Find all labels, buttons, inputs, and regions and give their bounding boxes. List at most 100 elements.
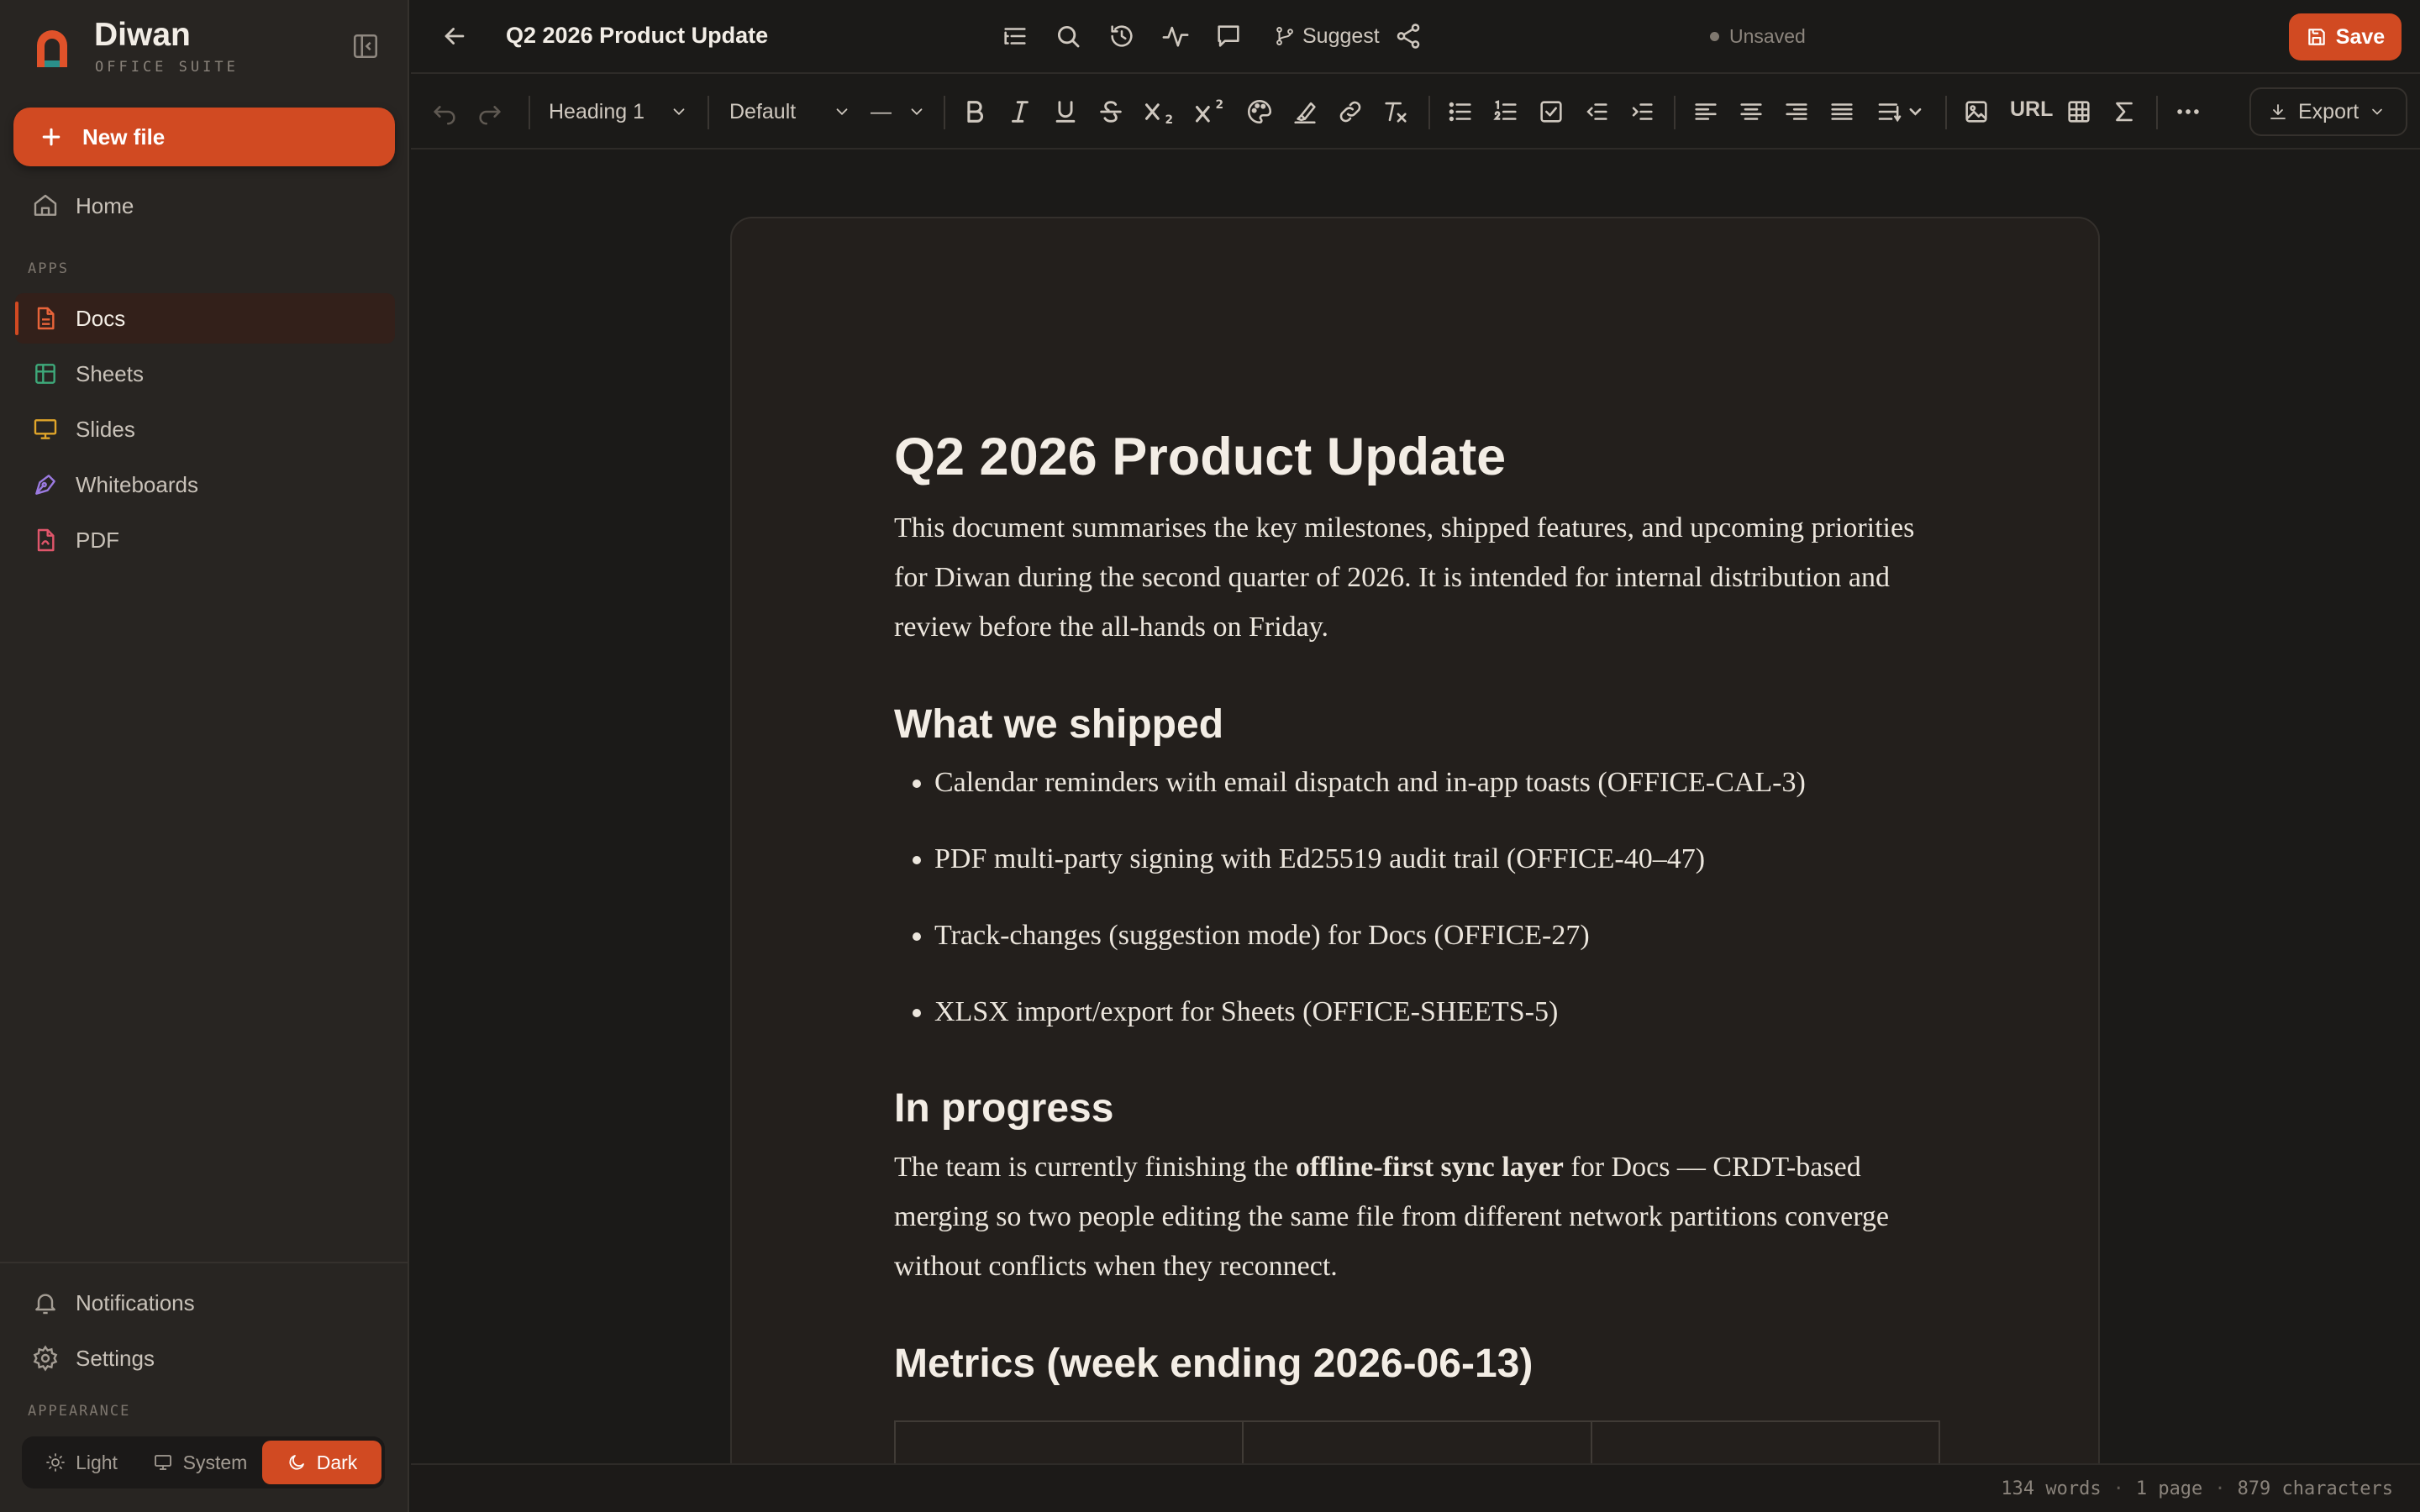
comment-icon[interactable] [1214, 22, 1243, 50]
shipped-list: Calendar reminders with email dispatch a… [894, 759, 1940, 1036]
theme-system-label: System [182, 1451, 248, 1473]
link-icon[interactable] [1336, 97, 1365, 126]
sidebar-item-home[interactable]: Home [15, 181, 395, 231]
export-button[interactable]: Export [2249, 87, 2407, 136]
word-count: 134 words [2001, 1478, 2102, 1499]
theme-system-option[interactable]: System [138, 1441, 262, 1484]
collapse-sidebar-icon[interactable] [351, 32, 380, 60]
image-icon[interactable] [1962, 97, 1991, 126]
strikethrough-icon[interactable] [1097, 97, 1125, 126]
bold-icon[interactable] [960, 97, 989, 126]
table-icon[interactable] [2065, 97, 2093, 126]
font-size-value: — [871, 99, 892, 123]
theme-toggle: Light System Dark [22, 1436, 385, 1488]
table-cell[interactable] [1244, 1422, 1592, 1463]
search-icon[interactable] [1054, 22, 1082, 50]
toolbar-divider [1674, 96, 1676, 129]
toolbar-divider [529, 96, 530, 129]
sidebar-item-settings[interactable]: Settings [15, 1333, 395, 1383]
list-item[interactable]: XLSX import/export for Sheets (OFFICE-SH… [934, 989, 1940, 1036]
toolbar-divider [944, 96, 945, 129]
line-spacing-dropdown[interactable] [1873, 97, 1927, 126]
table-cell[interactable] [1592, 1422, 1939, 1463]
checklist-icon[interactable] [1537, 97, 1565, 126]
text-color-palette-icon[interactable] [1245, 97, 1274, 126]
list-item[interactable]: PDF multi-party signing with Ed25519 aud… [934, 836, 1940, 883]
app-subtitle: OFFICE SUITE [95, 59, 239, 76]
status-dot [1710, 32, 1719, 41]
suggest-button[interactable]: Suggest [1274, 18, 1380, 54]
sidebar-item-notifications[interactable]: Notifications [15, 1278, 395, 1328]
back-arrow-icon[interactable] [440, 22, 469, 50]
new-file-button[interactable]: New file [13, 108, 395, 166]
bullet-list-icon[interactable] [1446, 97, 1475, 126]
document-title[interactable]: Q2 2026 Product Update [506, 23, 768, 49]
list-item[interactable]: Calendar reminders with email dispatch a… [934, 759, 1940, 806]
app-name: Diwan [94, 17, 191, 53]
font-family-dropdown[interactable]: Default [729, 94, 855, 129]
theme-dark-label: Dark [316, 1451, 358, 1473]
outline-icon[interactable] [1001, 22, 1029, 50]
underline-icon[interactable] [1051, 97, 1080, 126]
metrics-heading[interactable]: Metrics (week ending 2026-06-13) [894, 1340, 1940, 1389]
plus-icon [42, 128, 60, 146]
progress-paragraph[interactable]: The team is currently finishing the offl… [894, 1142, 1940, 1291]
sidebar-item-sheets[interactable]: Sheets [15, 349, 395, 399]
sigma-formula-icon[interactable] [2110, 97, 2139, 126]
toolbar-divider [708, 96, 709, 129]
sidebar-item-slides[interactable]: Slides [15, 404, 395, 454]
sidebar-item-pdf[interactable]: PDF [15, 515, 395, 565]
progress-text: The team is currently finishing the [894, 1152, 1296, 1184]
document-page: Q2 2026 Product Update This document sum… [730, 217, 2100, 1463]
separator-dot: · [2112, 1478, 2124, 1499]
history-icon[interactable] [1107, 22, 1136, 50]
appearance-section-label: APPEARANCE [28, 1403, 131, 1420]
superscript-icon[interactable]: 2 [1192, 97, 1229, 126]
highlighter-icon[interactable] [1291, 97, 1319, 126]
align-center-icon[interactable] [1737, 97, 1765, 126]
more-options-icon[interactable] [2174, 97, 2202, 126]
italic-icon[interactable] [1006, 97, 1034, 126]
top-bar: Q2 2026 Product Update Unsaved Suggest S… [411, 0, 2420, 74]
theme-light-option[interactable]: Light [25, 1441, 138, 1484]
subscript-icon[interactable]: 2 [1142, 97, 1179, 126]
document-content[interactable]: Q2 2026 Product Update This document sum… [894, 428, 1940, 1463]
sidebar-item-whiteboards[interactable]: Whiteboards [15, 459, 395, 510]
metrics-table[interactable] [894, 1420, 1940, 1463]
indent-icon[interactable] [1628, 97, 1656, 126]
font-size-dropdown[interactable]: — [871, 94, 929, 129]
list-item[interactable]: Track-changes (suggestion mode) for Docs… [934, 912, 1940, 959]
redo-icon[interactable] [476, 97, 504, 126]
theme-dark-option[interactable]: Dark [262, 1441, 381, 1484]
chevron-down-icon [836, 108, 848, 116]
save-button[interactable]: Save [2289, 13, 2402, 60]
numbered-list-icon[interactable] [1491, 97, 1520, 126]
document-heading[interactable]: Q2 2026 Product Update [894, 428, 1940, 486]
align-left-icon[interactable] [1691, 97, 1720, 126]
sidebar-item-label: Home [76, 192, 134, 218]
block-style-dropdown[interactable]: Heading 1 [549, 94, 692, 129]
chevron-down-icon [911, 108, 923, 116]
align-justify-icon[interactable] [1828, 97, 1856, 126]
svg-text:2: 2 [1216, 98, 1224, 112]
suggest-label: Suggest [1302, 24, 1380, 48]
sidebar-item-docs[interactable]: Docs [15, 293, 395, 344]
url-embed-button[interactable]: URL [2010, 97, 2053, 122]
clear-formatting-icon[interactable] [1381, 97, 1410, 126]
document-stats: 134 words · 1 page · 879 characters [2001, 1478, 2393, 1499]
table-cell[interactable] [896, 1422, 1244, 1463]
share-icon[interactable] [1394, 22, 1423, 50]
align-right-icon[interactable] [1782, 97, 1811, 126]
intro-paragraph[interactable]: This document summarises the key milesto… [894, 503, 1940, 652]
sheet-icon [35, 364, 55, 384]
shipped-heading[interactable]: What we shipped [894, 701, 1940, 749]
chevron-down-icon [2372, 108, 2383, 115]
progress-heading[interactable]: In progress [894, 1084, 1940, 1133]
outdent-icon[interactable] [1582, 97, 1611, 126]
sidebar: Diwan OFFICE SUITE New file Home APPS Do… [0, 0, 409, 1512]
activity-icon[interactable] [1161, 22, 1190, 50]
undo-icon[interactable] [430, 97, 459, 126]
doc-icon [37, 307, 55, 330]
block-style-value: Heading 1 [549, 99, 644, 123]
bell-icon [35, 1294, 55, 1315]
